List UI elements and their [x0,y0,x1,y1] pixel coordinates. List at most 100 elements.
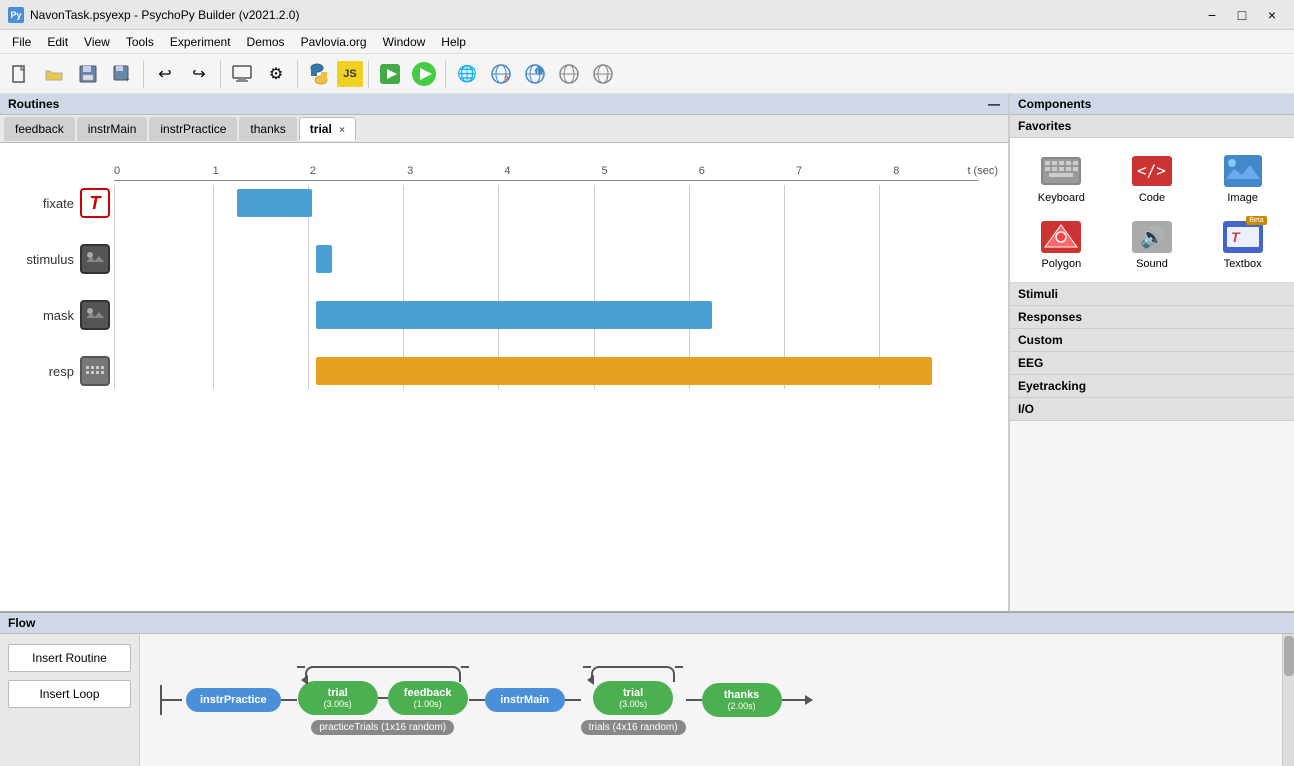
tab-trial[interactable]: trial × [299,117,356,141]
code-label: Code [1139,192,1165,204]
tick-7: 7 [796,165,802,177]
tab-close-icon[interactable]: × [339,125,345,136]
flow-node-thanks[interactable]: thanks(2.00s) [702,683,782,717]
tab-instrPractice[interactable]: instrPractice [149,117,237,141]
comp-sound[interactable]: 🔊 Sound [1109,212,1196,274]
flow-content: Insert Routine Insert Loop instrPractice [0,634,1294,766]
row-icon-resp[interactable] [80,356,110,386]
toolbar-sep-3 [297,60,298,88]
menu-file[interactable]: File [4,33,39,51]
flow-arrow-4 [686,699,702,701]
eeg-section[interactable]: EEG [1010,352,1294,375]
loop-label-container-2: trials (4x16 random) [581,718,686,735]
io-section[interactable]: I/O [1010,398,1294,421]
row-icon-mask[interactable] [80,300,110,330]
toolbar-sep-5 [445,60,446,88]
comp-keyboard[interactable]: Keyboard [1018,146,1105,208]
flow-scrollbar-thumb[interactable] [1284,636,1294,676]
insert-routine-button[interactable]: Insert Routine [8,644,131,672]
loop-nodes-row-2: trial(3.00s) [593,681,673,715]
eyetracking-section[interactable]: Eyetracking [1010,375,1294,398]
loop-label-container-1: practiceTrials (1x16 random) [311,718,454,735]
row-icon-fixate[interactable]: T [80,188,110,218]
row-icon-stimulus[interactable] [80,244,110,274]
undo-button[interactable]: ↩ [149,58,181,90]
flow-node-instrMain[interactable]: instrMain [485,688,565,712]
comp-textbox[interactable]: T Beta Textbox [1199,212,1286,274]
loop-arc-1 [305,666,461,682]
titlebar-controls[interactable]: − □ × [1198,1,1286,29]
new-file-button[interactable] [4,58,36,90]
toolbar-sep-2 [220,60,221,88]
custom-section[interactable]: Custom [1010,329,1294,352]
flow-title: Flow [8,616,35,630]
menu-view[interactable]: View [76,33,118,51]
flow-node-instrPractice[interactable]: instrPractice [186,688,281,712]
close-button[interactable]: × [1258,1,1286,29]
menu-pavlovia[interactable]: Pavlovia.org [293,33,375,51]
tab-thanks[interactable]: thanks [239,117,296,141]
flow-end-arrow [782,699,812,701]
menu-demos[interactable]: Demos [239,33,293,51]
save-button[interactable] [72,58,104,90]
insert-loop-button[interactable]: Insert Loop [8,680,131,708]
stimulus-bar[interactable] [316,245,332,273]
globe4-button[interactable] [553,58,585,90]
run-small-button[interactable] [374,58,406,90]
flow-node-trial-2[interactable]: trial(3.00s) [593,681,673,715]
responses-section[interactable]: Responses [1010,306,1294,329]
comp-code[interactable]: </> Code [1109,146,1196,208]
menu-edit[interactable]: Edit [39,33,76,51]
tab-feedback[interactable]: feedback [4,117,75,141]
mask-bar[interactable] [316,301,712,329]
svg-text:</>: </> [1137,161,1166,180]
globe5-button[interactable]: i [587,58,619,90]
routines-collapse[interactable]: — [988,97,1000,111]
resp-bar[interactable] [316,357,932,385]
polygon-label: Polygon [1041,258,1081,270]
stimuli-section[interactable]: Stimuli [1010,283,1294,306]
tick-6: 6 [699,165,705,177]
favorites-section[interactable]: Favorites [1010,115,1294,138]
timeline-row-mask: mask [10,297,998,333]
redo-button[interactable]: ↪ [183,58,215,90]
favorites-label: Favorites [1018,119,1071,133]
maximize-button[interactable]: □ [1228,1,1256,29]
preferences-button[interactable]: ⚙ [260,58,292,90]
main-content: Routines — feedback instrMain instrPract… [0,94,1294,611]
svg-text:+: + [125,75,130,84]
js-button[interactable]: JS [337,61,363,87]
svg-text:🔊: 🔊 [1140,225,1165,249]
loop-group-1: trial(3.00s) feedback(1.00s) practiceTri… [297,666,469,735]
open-file-button[interactable] [38,58,70,90]
minimize-button[interactable]: − [1198,1,1226,29]
toolbar-sep-1 [143,60,144,88]
run-button[interactable] [408,58,440,90]
globe1-button[interactable]: 🌐 [451,58,483,90]
components-header: Components [1010,94,1294,115]
fixate-bar-container [118,185,998,221]
flow-node-trial-1[interactable]: trial(3.00s) [298,681,378,715]
tab-instrMain[interactable]: instrMain [77,117,148,141]
globe3-button[interactable]: i [519,58,551,90]
comp-polygon[interactable]: Polygon [1018,212,1105,274]
menu-experiment[interactable]: Experiment [162,33,239,51]
python-button[interactable] [303,58,335,90]
flow-scrollbar[interactable] [1282,634,1294,766]
fixate-bar[interactable] [237,189,312,217]
tabs-bar: feedback instrMain instrPractice thanks … [0,115,1008,143]
menu-help[interactable]: Help [433,33,474,51]
loop-label-2: trials (4x16 random) [581,720,686,735]
loop-back-line-left [297,666,305,668]
menu-window[interactable]: Window [375,33,434,51]
save-as-button[interactable]: + [106,58,138,90]
flow-node-feedback[interactable]: feedback(1.00s) [388,681,468,715]
svg-text:i: i [606,73,608,83]
monitor-button[interactable] [226,58,258,90]
row-label-fixate: fixate [10,196,80,211]
comp-image[interactable]: Image [1199,146,1286,208]
loop-group-2: trial(3.00s) trials (4x16 random) [581,666,686,735]
titlebar-left: Py NavonTask.psyexp - PsychoPy Builder (… [8,7,299,23]
menu-tools[interactable]: Tools [118,33,162,51]
globe2-button[interactable]: ? [485,58,517,90]
